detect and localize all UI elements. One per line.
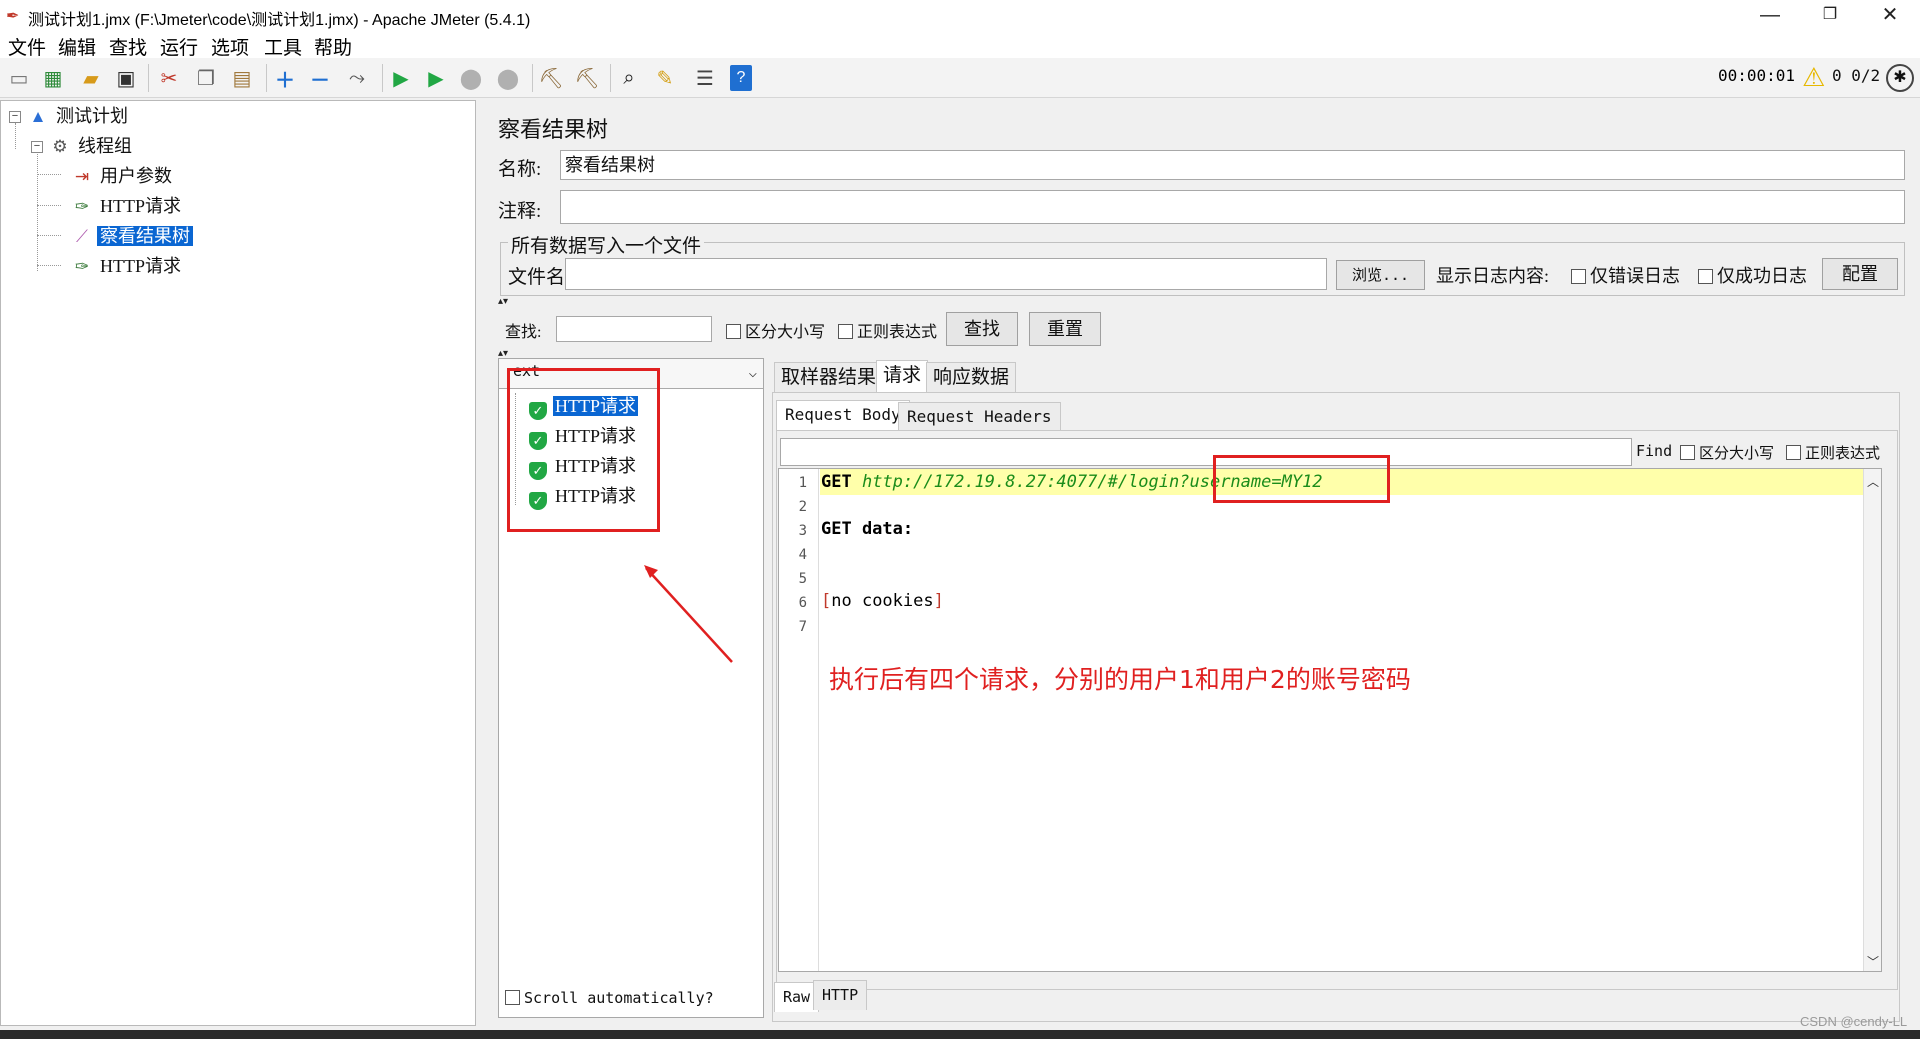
collapse-icon[interactable]: － [307,65,333,92]
menu-search[interactable]: 查找 [109,33,147,60]
code-line-3: GET data: [821,519,914,539]
tab-response-data[interactable]: 响应数据 [926,362,1017,392]
splitter-arrows-icon[interactable]: ▴▾ [498,296,508,307]
thread-count: 0 0/2 [1832,66,1881,85]
tree-node-test-plan[interactable]: ▲ 测试计划 [27,103,131,129]
annotation-box-results [507,368,660,532]
log-content-label: 显示日志内容: [1436,266,1550,286]
search-label: 查找: [505,324,542,341]
filename-input[interactable] [565,258,1327,290]
elapsed-timer: 00:00:01 [1718,66,1796,85]
save-icon[interactable]: ▣ [113,65,139,91]
request-body-editor[interactable]: 1 2 3 4 5 6 7 GET http://172.19.8.27:407… [778,468,1882,972]
toolbar: ▭ ▦ ▰ ▣ ✂ ❐ ▤ ＋ － ⤳ ▶ ▶ ⬤ ⬤ ⛏ ⛏ ⌕ ✎ ☰ ? … [0,58,1920,98]
browse-button[interactable]: 浏览... [1336,260,1425,290]
clear-all-icon[interactable]: ⛏ [574,65,600,91]
listener-graph-icon: ⟋ [76,227,88,246]
title-bar: ✒ 测试计划1.jmx (F:\Jmeter\code\测试计划1.jmx) -… [0,0,1920,32]
chevron-down-icon: ⌵ [748,365,757,381]
annotation-box-username [1213,455,1390,503]
filename-label: 文件名 [508,267,566,288]
menu-file[interactable]: 文件 [8,33,46,60]
start-no-pauses-icon[interactable]: ▶ [423,65,449,91]
configure-button[interactable]: 配置 [1822,258,1898,290]
window-title: 测试计划1.jmx (F:\Jmeter\code\测试计划1.jmx) - A… [28,12,531,29]
tree-node-http-request-2[interactable]: ✑ HTTP请求 [71,253,184,279]
maximize-button[interactable]: ❐ [1800,0,1860,32]
reset-search-icon[interactable]: ✎ [652,65,678,91]
panel-title: 察看结果树 [498,117,609,142]
paste-icon[interactable]: ▤ [229,65,255,91]
search-case-checkbox[interactable]: 区分大小写 [726,318,825,342]
minimize-button[interactable]: — [1740,0,1800,32]
csdn-watermark: CSDN @cendy-LL [1800,1014,1908,1029]
line-number-gutter: 1 2 3 4 5 6 7 [779,469,819,971]
close-button[interactable]: ✕ [1860,0,1920,32]
toggle-icon[interactable]: ⤳ [344,65,370,91]
search-find-button[interactable]: 查找 [946,312,1018,346]
gear-icon: ⚙ [52,137,68,156]
comment-label: 注释: [498,201,542,222]
tree-node-user-parameters[interactable]: ⇥ 用户参数 [71,163,175,189]
new-icon[interactable]: ▭ [6,65,32,91]
subtab-request-body[interactable]: Request Body [776,400,910,430]
menu-help[interactable]: 帮助 [314,33,352,60]
name-input[interactable]: 察看结果树 [560,150,1905,180]
errors-only-checkbox[interactable]: 仅错误日志 [1571,262,1680,288]
comment-input[interactable] [560,190,1905,224]
menu-tools[interactable]: 工具 [264,33,302,60]
scroll-automatically-checkbox[interactable]: Scroll automatically? [505,989,714,1007]
find-regex-checkbox[interactable]: 正则表达式 [1786,442,1880,463]
tree-node-thread-group[interactable]: ⚙ 线程组 [49,133,135,159]
code-line-6: [no cookies] [821,591,944,611]
tab-http[interactable]: HTTP [813,980,868,1010]
name-label: 名称: [498,159,542,180]
tree-node-http-request-1[interactable]: ✑ HTTP请求 [71,193,184,219]
search-reset-button[interactable]: 重置 [1029,312,1101,346]
find-label: Find [1636,442,1673,460]
scroll-up-icon[interactable]: ︿ [1867,473,1879,490]
remote-globe-icon[interactable]: ✱ [1886,64,1914,92]
copy-icon[interactable]: ❐ [193,65,219,91]
help-icon[interactable]: ? [730,65,752,91]
test-plan-icon: ▲ [29,107,47,126]
tab-request[interactable]: 请求 [876,360,929,392]
collapse-plan-toggle[interactable]: − [9,111,21,123]
sampler-pipette-icon: ✑ [74,257,90,276]
test-plan-tree: − ▲ 测试计划 − ⚙ 线程组 ⇥ 用户参数 ✑ HTTP请求 ⟋ 察看结果树 ✑ HTT… [0,100,476,1026]
clear-icon[interactable]: ⛏ [538,65,564,91]
start-icon[interactable]: ▶ [388,65,414,91]
find-input[interactable] [780,438,1632,466]
tree-node-view-results-tree[interactable]: ⟋ 察看结果树 [71,223,193,249]
shutdown-icon[interactable]: ⬤ [495,65,521,91]
open-icon[interactable]: ▰ [78,65,104,91]
find-case-checkbox[interactable]: 区分大小写 [1680,442,1774,463]
search-regex-checkbox[interactable]: 正则表达式 [838,318,937,342]
taskbar-strip [0,1030,1920,1039]
menu-run[interactable]: 运行 [160,33,198,60]
tab-sampler-result[interactable]: 取样器结果 [774,362,884,392]
annotation-arrow-icon [644,565,733,663]
file-group-title: 所有数据写入一个文件 [508,231,705,258]
editor-scrollbar[interactable]: ︿ ﹀ [1863,469,1881,971]
expand-icon[interactable]: ＋ [272,65,298,92]
templates-icon[interactable]: ▦ [40,65,66,91]
collapse-thread-group-toggle[interactable]: − [31,141,43,153]
annotation-text: 执行后有四个请求，分别的用户1和用户2的账号密码 [829,665,1411,694]
menu-edit[interactable]: 编辑 [58,33,96,60]
scroll-down-icon[interactable]: ﹀ [1867,953,1879,970]
subtab-request-headers[interactable]: Request Headers [898,402,1061,432]
menu-bar: 文件 编辑 查找 运行 选项 工具 帮助 [0,32,1920,60]
cut-icon[interactable]: ✂ [156,65,182,91]
stop-icon[interactable]: ⬤ [458,65,484,91]
successes-only-checkbox[interactable]: 仅成功日志 [1698,262,1807,288]
jmeter-feather-icon: ✒ [6,8,20,25]
function-helper-icon[interactable]: ☰ [692,65,718,91]
search-input[interactable] [556,316,712,342]
sampler-pipette-icon: ✑ [74,197,90,216]
menu-options[interactable]: 选项 [211,33,249,60]
warning-icon[interactable]: ⚠ [1802,62,1825,93]
search-binoculars-icon[interactable]: ⌕ [616,65,642,91]
preprocessor-icon: ⇥ [74,167,90,186]
